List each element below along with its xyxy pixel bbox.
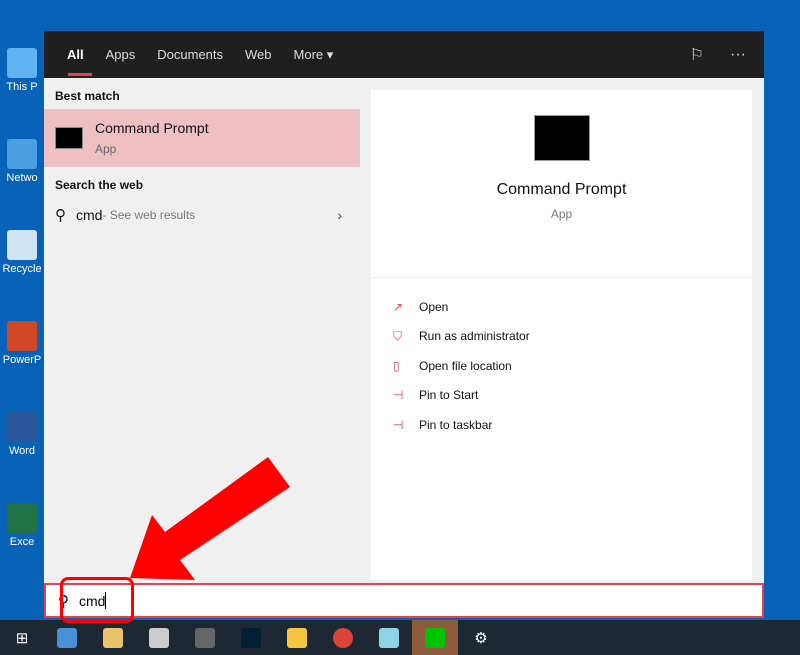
annotation-highlight-box <box>60 577 134 623</box>
red-arrow <box>130 457 290 580</box>
annotation-arrow <box>130 457 290 580</box>
